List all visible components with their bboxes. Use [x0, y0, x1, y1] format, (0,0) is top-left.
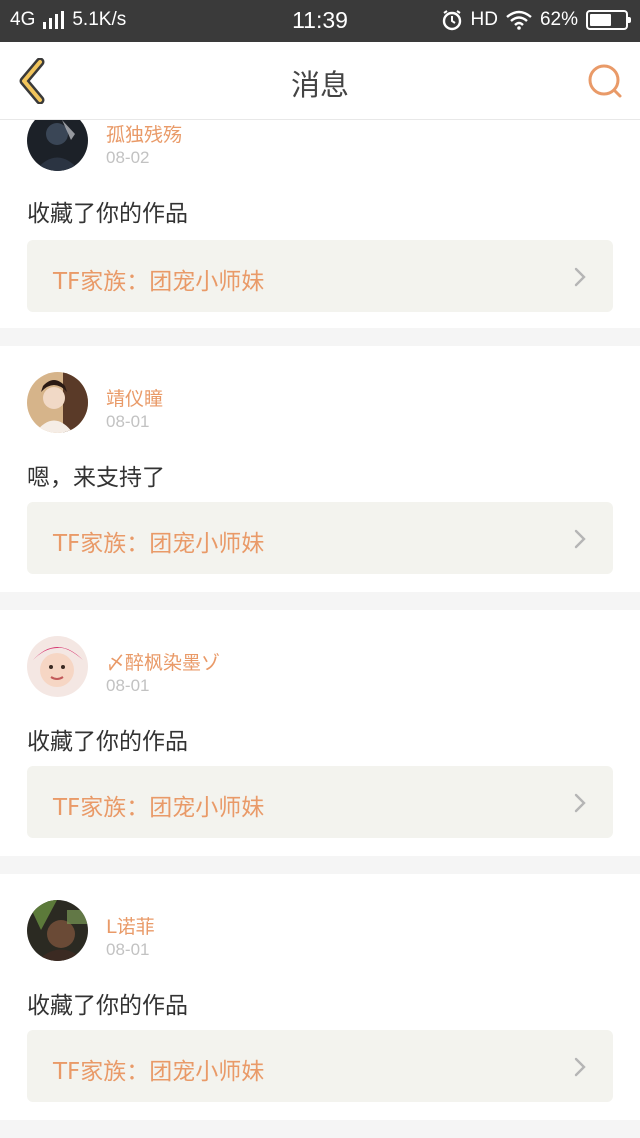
status-right: HD 62%	[441, 9, 631, 31]
work-title: TF家族：团宠小师妹	[53, 1059, 265, 1085]
nav-bar: 消息	[0, 42, 640, 120]
username[interactable]: 孤独残殇	[106, 120, 182, 147]
message-card: L诺菲 08-01 收藏了你的作品 TF家族：团宠小师妹	[0, 874, 640, 1120]
search-icon[interactable]	[586, 62, 624, 100]
avatar[interactable]	[27, 372, 88, 433]
battery-percent: 62%	[539, 9, 578, 30]
message-date: 08-02	[106, 148, 150, 167]
work-title: TF家族：团宠小师妹	[53, 795, 265, 821]
battery-fill	[590, 14, 611, 26]
work-link[interactable]: TF家族：团宠小师妹	[27, 502, 613, 574]
message-text: 嗯，来支持了	[27, 465, 165, 491]
work-link[interactable]: TF家族：团宠小师妹	[27, 766, 613, 838]
alarm-icon	[442, 10, 461, 31]
chevron-right-icon	[574, 529, 586, 549]
work-title: TF家族：团宠小师妹	[53, 269, 265, 295]
message-feed[interactable]: 孤独残殇 08-02 收藏了你的作品 TF家族：团宠小师妹 靖仪瞳 08-01 …	[0, 120, 640, 1138]
work-link[interactable]: TF家族：团宠小师妹	[27, 240, 613, 312]
status-bar: 4G 5.1K/s 11:39 HD 62%	[0, 0, 640, 42]
chevron-right-icon	[574, 793, 586, 813]
work-link[interactable]: TF家族：团宠小师妹	[27, 1030, 613, 1102]
avatar[interactable]	[27, 900, 88, 961]
username[interactable]: 〆醉枫染墨ゾ	[106, 648, 220, 675]
work-title: TF家族：团宠小师妹	[53, 531, 265, 557]
username[interactable]: 靖仪瞳	[106, 384, 163, 411]
message-text: 收藏了你的作品	[27, 993, 188, 1019]
message-list: 孤独残殇 08-02 收藏了你的作品 TF家族：团宠小师妹 靖仪瞳 08-01 …	[0, 120, 640, 1138]
avatar[interactable]	[27, 120, 88, 171]
page-title: 消息	[290, 68, 349, 102]
message-text: 收藏了你的作品	[27, 729, 188, 755]
battery-icon	[586, 10, 631, 30]
chevron-right-icon	[574, 1057, 586, 1077]
wifi-icon	[506, 10, 532, 30]
message-text: 收藏了你的作品	[27, 201, 188, 227]
message-header: 孤独残殇 08-02	[27, 120, 613, 192]
message-card: 〆醉枫染墨ゾ 08-01 收藏了你的作品 TF家族：团宠小师妹	[0, 610, 640, 856]
message-card: 靖仪瞳 08-01 嗯，来支持了 TF家族：团宠小师妹	[0, 346, 640, 592]
message-card: 孤独残殇 08-02 收藏了你的作品 TF家族：团宠小师妹	[0, 120, 640, 328]
hd-indicator: HD	[470, 9, 498, 30]
message-date: 08-01	[106, 412, 150, 431]
chevron-right-icon	[574, 267, 586, 287]
username[interactable]: L诺菲	[106, 912, 155, 939]
avatar[interactable]	[27, 636, 88, 697]
message-date: 08-01	[106, 940, 150, 959]
message-date: 08-01	[106, 676, 150, 695]
